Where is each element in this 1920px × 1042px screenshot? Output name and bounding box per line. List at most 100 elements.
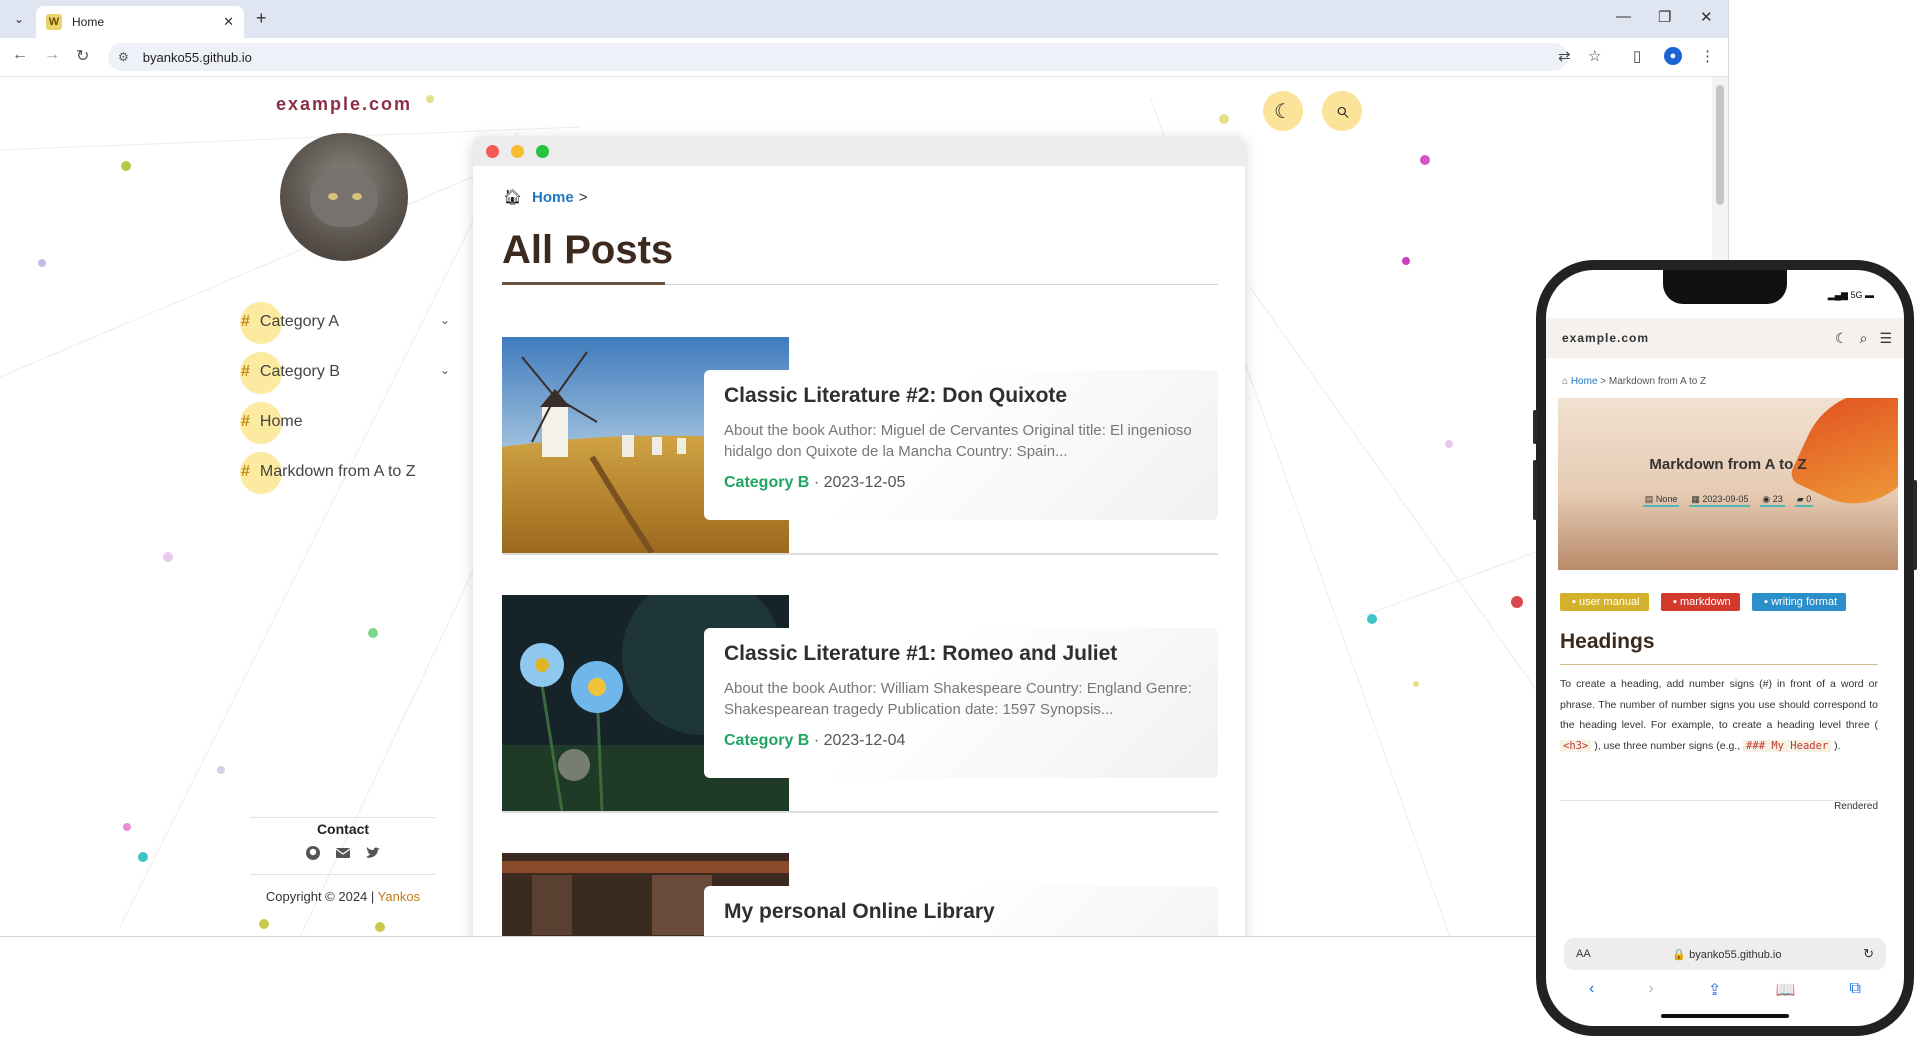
favicon-icon: W (46, 14, 62, 30)
section-heading: Headings (1560, 630, 1655, 653)
inline-code: ### My Header (1743, 739, 1832, 752)
post-info: Classic Literature #1: Romeo and Juliet … (704, 628, 1218, 778)
phone-screen: ▂▄▆ 5G ▬ example.com ☾ ⌕ ☰ ⌂ Home > Mark… (1546, 270, 1904, 1026)
cat-eye-right (352, 193, 362, 200)
tab-search-button[interactable]: ⌄ (8, 8, 30, 30)
breadcrumb-home-link[interactable]: Home (532, 189, 574, 206)
site-info-icon[interactable]: ⚙ (118, 50, 129, 64)
tab-home[interactable]: W Home ✕ (36, 6, 244, 38)
close-window-button[interactable]: ✕ (1700, 8, 1713, 26)
scrollbar-thumb[interactable] (1716, 85, 1724, 205)
author-link[interactable]: Yankos (378, 889, 420, 904)
sidebar-item-category-a[interactable]: # Category A ⌄ (240, 297, 450, 347)
tag-list: ▪ user manual ▪ markdown ▪ writing forma… (1560, 592, 1890, 625)
maximize-button[interactable]: ❐ (1658, 8, 1671, 26)
reload-icon[interactable]: ↻ (1863, 946, 1874, 962)
forward-button[interactable]: → (44, 46, 60, 64)
sidebar-item-label: Category B (259, 363, 340, 380)
meta-category[interactable]: ▤ None (1642, 494, 1680, 507)
minimize-button[interactable]: — (1616, 8, 1631, 25)
tag-markdown[interactable]: ▪ markdown (1660, 593, 1740, 611)
bookmarks-icon[interactable]: 📖 (1775, 980, 1795, 1000)
window-maximize-dot (536, 144, 549, 158)
breadcrumb-home-link[interactable]: Home (1571, 376, 1598, 387)
profile-avatar-icon[interactable]: ● (1664, 47, 1682, 65)
heading-underline (1560, 664, 1878, 665)
translate-icon[interactable]: ⇄ (1558, 47, 1571, 65)
network-label: 5G (1850, 290, 1863, 300)
back-icon[interactable]: ‹ (1589, 980, 1594, 1000)
dark-mode-toggle[interactable]: ☾ (1263, 91, 1303, 131)
hamburger-menu-icon[interactable]: ☰ (1879, 330, 1892, 347)
tag-writing-format[interactable]: ▪ writing format (1752, 593, 1847, 611)
reader-mode-button[interactable]: AA (1576, 948, 1591, 960)
sidebar-item-markdown[interactable]: # Markdown from A to Z (240, 447, 450, 497)
bookmark-star-icon[interactable]: ☆ (1588, 47, 1601, 65)
side-panel-icon[interactable]: ▯ (1633, 47, 1641, 65)
mobile-site-title[interactable]: example.com (1562, 331, 1835, 345)
browser-menu-icon[interactable]: ⋮ (1700, 47, 1715, 65)
hash-icon: # (241, 463, 250, 480)
moon-icon[interactable]: ☾ (1835, 330, 1848, 347)
window-close-dot (486, 144, 499, 158)
twitter-icon[interactable] (365, 845, 381, 861)
address-bar[interactable]: ⚙ byanko55.github.io (108, 43, 1568, 71)
profile-avatar (280, 133, 408, 261)
back-button[interactable]: ← (12, 46, 28, 64)
daisy-left (520, 643, 564, 687)
new-tab-button[interactable]: + (256, 8, 267, 29)
safari-toolbar: ‹ › ⇪ 📖 ⧉ (1546, 980, 1904, 1000)
chevron-down-icon[interactable]: ⌄ (440, 363, 450, 377)
mobile-address-bar[interactable]: AA 🔒 byanko55.github.io ↻ (1564, 938, 1886, 970)
mobile-header: example.com ☾ ⌕ ☰ (1546, 318, 1904, 358)
reload-button[interactable]: ↻ (76, 46, 89, 66)
inline-code: <h3> (1560, 739, 1592, 752)
post-excerpt: About the book Author: William Shakespea… (724, 680, 1192, 718)
search-button[interactable]: ⌕ (1322, 91, 1362, 131)
rendered-column-header: Rendered (1560, 800, 1878, 812)
sidebar-item-label: Home (259, 413, 303, 430)
tab-close-icon[interactable]: ✕ (223, 14, 234, 30)
home-icon[interactable]: 🏠︎ (503, 188, 522, 206)
copyright-text: Copyright © 2024 | (265, 889, 378, 904)
post-card[interactable]: My personal Online Library (502, 853, 1218, 936)
phone-button (1533, 460, 1537, 520)
post-card[interactable]: Classic Literature #2: Don Quixote About… (502, 337, 1218, 555)
post-title[interactable]: Classic Literature #1: Romeo and Juliet (724, 642, 1198, 666)
meta-views: ◉ 23 (1760, 494, 1785, 507)
breadcrumb-current: > Markdown from A to Z (1597, 376, 1707, 387)
browser-window: ⌄ W Home ✕ + — ❐ ✕ ← → ↻ ⚙ byanko55.gith… (0, 0, 1729, 937)
meta-comments: ▰ 0 (1794, 494, 1814, 507)
site-title[interactable]: example.com (276, 94, 412, 115)
window-minimize-dot (511, 144, 524, 158)
search-icon[interactable]: ⌕ (1860, 330, 1868, 347)
github-icon[interactable] (305, 845, 321, 861)
post-date: · 2023-12-05 (813, 474, 906, 491)
tab-title: Home (72, 15, 105, 29)
home-icon[interactable]: ⌂ (1562, 376, 1568, 387)
post-info: My personal Online Library (704, 886, 1218, 936)
phone-mockup: ▂▄▆ 5G ▬ example.com ☾ ⌕ ☰ ⌂ Home > Mark… (1533, 260, 1917, 1036)
post-category[interactable]: Category B (724, 732, 809, 749)
title-underline (502, 282, 665, 285)
cat-figure (310, 167, 378, 227)
post-card[interactable]: Classic Literature #1: Romeo and Juliet … (502, 595, 1218, 813)
breadcrumb: 🏠︎ Home > (503, 188, 588, 207)
post-title[interactable]: My personal Online Library (724, 900, 1198, 924)
sidebar-item-category-b[interactable]: # Category B ⌄ (240, 347, 450, 397)
hash-icon: # (241, 313, 250, 330)
post-title[interactable]: Classic Literature #2: Don Quixote (724, 384, 1198, 408)
post-date: · 2023-12-04 (813, 732, 906, 749)
chevron-down-icon[interactable]: ⌄ (440, 313, 450, 327)
post-category[interactable]: Category B (724, 474, 809, 491)
page-viewport: example.com # Category A ⌄ # Category B … (0, 77, 1712, 936)
hero-meta: ▤ None ▦ 2023-09-05 ◉ 23 ▰ 0 (1558, 494, 1898, 507)
sidebar-item-home[interactable]: # Home (240, 397, 450, 447)
tabs-icon[interactable]: ⧉ (1849, 980, 1860, 1000)
tag-user-manual[interactable]: ▪ user manual (1560, 593, 1649, 611)
mail-icon[interactable] (335, 845, 351, 861)
forward-icon[interactable]: › (1648, 980, 1653, 1000)
sidebar-item-label: Markdown from A to Z (259, 463, 416, 480)
browser-toolbar: ← → ↻ ⚙ byanko55.github.io ⇄ ☆ ▯ ● ⋮ (0, 38, 1728, 77)
share-icon[interactable]: ⇪ (1708, 980, 1721, 1000)
